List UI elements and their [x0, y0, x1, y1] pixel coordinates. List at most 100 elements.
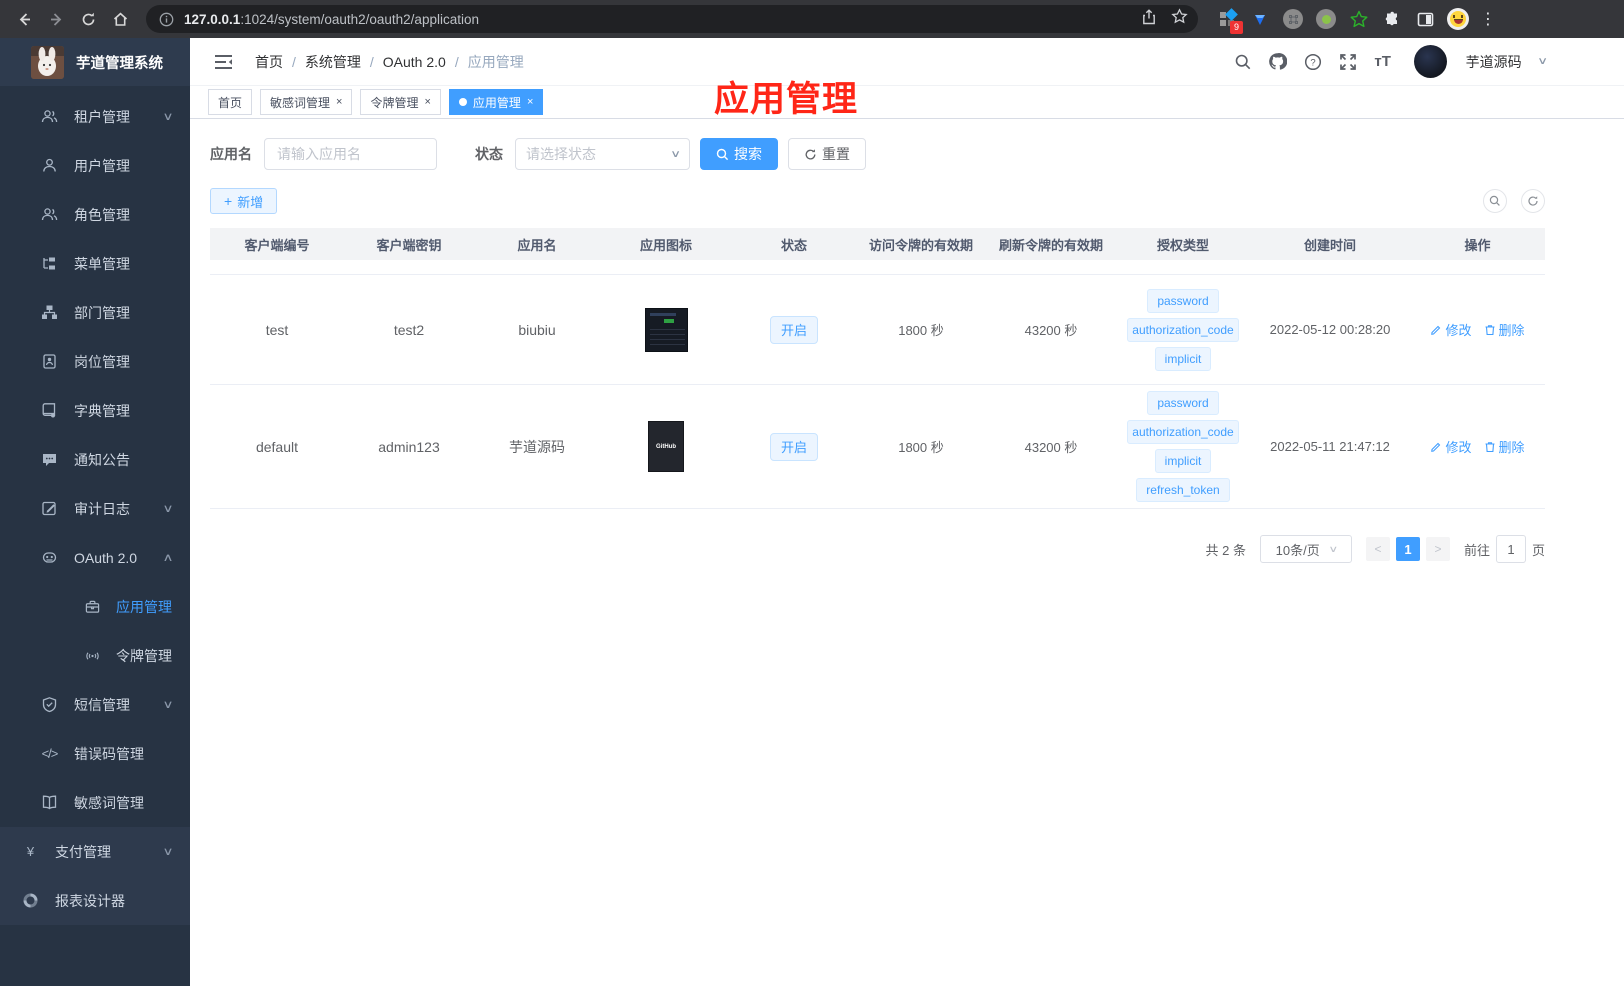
- menu-dots-icon[interactable]: ⋮: [1480, 8, 1496, 30]
- chevron-down-icon: ∨: [162, 846, 174, 858]
- edit-link[interactable]: 修改: [1430, 437, 1472, 456]
- user-avatar[interactable]: [1413, 45, 1447, 78]
- close-icon[interactable]: ×: [527, 96, 533, 108]
- reload-icon[interactable]: [74, 5, 102, 33]
- logo-rabbit-icon: [31, 45, 64, 79]
- table-toolbar: + 新增: [210, 188, 1545, 214]
- sidebar-item-tenant[interactable]: 租户管理 ∨: [0, 92, 190, 141]
- refresh-icon[interactable]: [1521, 189, 1545, 213]
- search-icon[interactable]: [1233, 52, 1253, 72]
- back-icon[interactable]: [10, 5, 38, 33]
- sidebar-item-sms[interactable]: 短信管理 ∨: [0, 680, 190, 729]
- close-icon[interactable]: ×: [336, 96, 342, 108]
- tab-token[interactable]: 令牌管理 ×: [360, 89, 441, 115]
- next-page-button[interactable]: >: [1425, 537, 1450, 561]
- app-icon-cell: GitHub: [600, 421, 732, 472]
- tab-sensitive-word[interactable]: 敏感词管理 ×: [260, 89, 353, 115]
- forward-icon[interactable]: [42, 5, 70, 33]
- bookmark-star-icon[interactable]: [1171, 8, 1188, 30]
- share-icon[interactable]: [1141, 8, 1157, 30]
- chevron-down-icon: ∨: [1328, 543, 1338, 554]
- actions-cell: 修改 删除: [1410, 437, 1545, 456]
- delete-link[interactable]: 删除: [1484, 437, 1525, 456]
- command-extension-icon[interactable]: [1282, 8, 1304, 30]
- sidebar-item-user[interactable]: 用户管理: [0, 141, 190, 190]
- sidebar-item-menu[interactable]: 菜单管理: [0, 239, 190, 288]
- grant-tag: implicit: [1154, 346, 1212, 371]
- home-icon[interactable]: [106, 5, 134, 33]
- total-count: 共 2 条: [1205, 542, 1246, 558]
- sms-shield-icon: [41, 696, 58, 713]
- tab-manager-extension-icon[interactable]: 9: [1216, 7, 1243, 34]
- sidebar-item-oauth[interactable]: OAuth 2.0 ∧: [0, 533, 190, 582]
- side-panel-icon[interactable]: [1414, 8, 1436, 30]
- svg-text:?: ?: [1310, 57, 1315, 68]
- grant-tag: authorization_code: [1127, 420, 1239, 444]
- sidebar-item-notice[interactable]: 通知公告: [0, 435, 190, 484]
- breadcrumb-oauth[interactable]: OAuth 2.0: [383, 54, 446, 70]
- help-icon[interactable]: ?: [1303, 52, 1323, 72]
- add-button[interactable]: + 新增: [210, 188, 278, 214]
- oauth-robot-icon: [41, 549, 58, 566]
- access-ttl-cell: 1800 秒: [898, 323, 944, 338]
- record-extension-icon[interactable]: [1315, 8, 1337, 30]
- tab-home[interactable]: 首页: [208, 89, 253, 115]
- sidebar-item-role[interactable]: 角色管理: [0, 190, 190, 239]
- extensions-puzzle-icon[interactable]: [1381, 8, 1403, 30]
- font-size-icon[interactable]: тT: [1373, 52, 1393, 72]
- sidebar-item-dept[interactable]: 部门管理: [0, 288, 190, 337]
- user-menu-caret-icon[interactable]: ∨: [1537, 56, 1548, 67]
- app-screenshot-thumbnail: [644, 307, 688, 352]
- access-ttl-cell: 1800 秒: [898, 440, 944, 455]
- status-label: 状态: [475, 146, 503, 162]
- sidebar-item-post[interactable]: 岗位管理: [0, 337, 190, 386]
- sidebar-item-oauth-token[interactable]: 令牌管理: [0, 631, 190, 680]
- extensions-zone: 9 ⋮: [1216, 7, 1496, 34]
- table-row: default admin123 芋道源码 GitHub 开启 1800 秒 4…: [210, 385, 1545, 509]
- star-extension-icon[interactable]: [1348, 8, 1370, 30]
- toggle-search-icon[interactable]: [1483, 189, 1507, 213]
- tab-application[interactable]: 应用管理 ×: [448, 89, 544, 115]
- page-size-select[interactable]: 10条/页 ∨: [1259, 535, 1352, 563]
- goto-page-input[interactable]: [1495, 535, 1526, 563]
- sidebar-item-oauth-application[interactable]: 应用管理: [0, 582, 190, 631]
- profile-emoji-icon[interactable]: [1447, 8, 1469, 30]
- sidebar-item-audit-log[interactable]: 审计日志 ∨: [0, 484, 190, 533]
- payment-yen-icon: ¥: [26, 844, 35, 859]
- current-page-button[interactable]: 1: [1395, 537, 1420, 561]
- breadcrumb-system[interactable]: 系统管理: [305, 52, 361, 72]
- search-button[interactable]: 搜索: [700, 138, 778, 170]
- app-name-input[interactable]: [264, 138, 437, 170]
- sidebar-item-sensitive-word[interactable]: 敏感词管理: [0, 778, 190, 827]
- menu-tree-icon: [41, 255, 58, 272]
- close-icon[interactable]: ×: [424, 96, 430, 108]
- navbar-actions: ? тT 芋道源码 ∨: [1233, 45, 1548, 78]
- app-logo[interactable]: 芋道管理系统: [0, 38, 190, 86]
- client-secret-cell: test2: [393, 321, 425, 338]
- sidebar: 芋道管理系统 租户管理 ∨ 用户管理 角色管理 菜单管理 部门管理 岗位管理 字…: [0, 38, 190, 986]
- gem-extension-icon[interactable]: [1249, 8, 1271, 30]
- top-navbar: 首页 / 系统管理 / OAuth 2.0 / 应用管理 ? тT 芋道源码 ∨: [190, 38, 1624, 86]
- breadcrumb-home[interactable]: 首页: [255, 52, 283, 72]
- github-thumbnail: GitHub: [648, 421, 684, 472]
- sidebar-item-error-code[interactable]: </> 错误码管理: [0, 729, 190, 778]
- status-select[interactable]: 请选择状态 ∨: [515, 138, 690, 170]
- refresh-ttl-cell: 43200 秒: [1024, 440, 1078, 455]
- sidebar-bottom-section: ¥ 支付管理 ∨ 报表设计器: [0, 827, 190, 925]
- prev-page-button[interactable]: <: [1365, 537, 1390, 561]
- filter-form: 应用名 状态 请选择状态 ∨ 搜索: [210, 138, 1545, 170]
- delete-link[interactable]: 删除: [1484, 320, 1525, 339]
- sidebar-collapse-icon[interactable]: [214, 54, 233, 70]
- app-name-cell: 芋道源码: [509, 438, 565, 455]
- sidebar-item-report-designer[interactable]: 报表设计器: [0, 876, 190, 925]
- address-bar[interactable]: 127.0.0.1:1024/system/oauth2/oauth2/appl…: [146, 5, 1198, 33]
- fullscreen-icon[interactable]: [1338, 52, 1358, 72]
- sidebar-item-dict[interactable]: 字典管理: [0, 386, 190, 435]
- info-icon[interactable]: [156, 9, 176, 29]
- edit-link[interactable]: 修改: [1430, 320, 1472, 339]
- grant-types-cell: password authorization_code implicit ref…: [1116, 391, 1250, 502]
- sidebar-item-payment[interactable]: ¥ 支付管理 ∨: [0, 827, 190, 876]
- reset-button[interactable]: 重置: [788, 138, 866, 170]
- github-icon[interactable]: [1268, 52, 1288, 72]
- browser-toolbar: 127.0.0.1:1024/system/oauth2/oauth2/appl…: [0, 0, 1624, 38]
